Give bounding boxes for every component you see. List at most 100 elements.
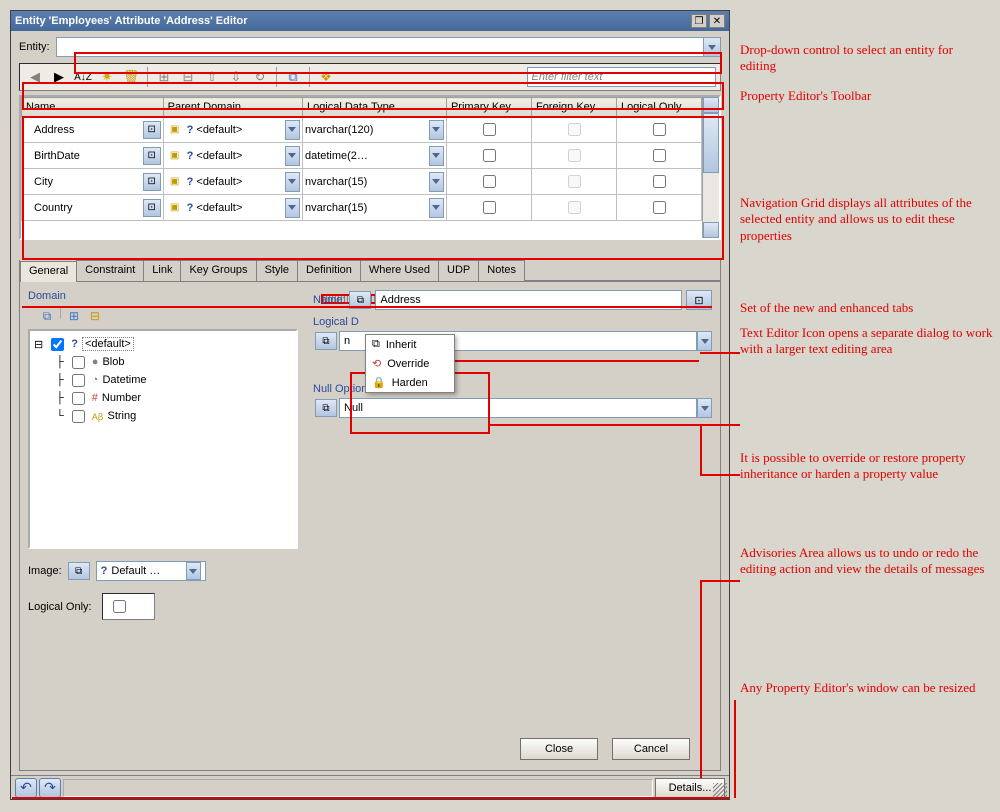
tab-link[interactable]: Link bbox=[143, 260, 181, 281]
dropdown-icon[interactable] bbox=[285, 146, 300, 166]
titlebar[interactable]: Entity 'Employees' Attribute 'Address' E… bbox=[11, 11, 729, 31]
dropdown-icon[interactable] bbox=[285, 198, 300, 218]
col-foreign-key[interactable]: Foreign Key bbox=[531, 98, 616, 117]
tool-icon-3[interactable]: ↻ bbox=[249, 66, 271, 88]
menu-item-override[interactable]: ⟲Override bbox=[366, 354, 454, 373]
sort-icon[interactable]: ⊞ bbox=[65, 307, 83, 325]
col-logical-datatype[interactable]: Logical Data Type bbox=[302, 98, 446, 117]
tree-item[interactable]: ├●Blob bbox=[34, 353, 292, 371]
tree-item[interactable]: └AꞵString bbox=[34, 407, 292, 425]
name-label: Name: bbox=[313, 294, 345, 306]
cascade-icon[interactable]: ⧉ bbox=[38, 307, 56, 325]
resize-grip[interactable] bbox=[713, 783, 727, 797]
image-combo[interactable]: ? Default … bbox=[96, 561, 206, 581]
cascade-icon[interactable]: ⧉ bbox=[315, 399, 337, 417]
pk-checkbox[interactable] bbox=[483, 201, 496, 214]
menu-item-harden[interactable]: 🔒Harden bbox=[366, 373, 454, 392]
nav-next-icon[interactable]: ▶ bbox=[48, 66, 70, 88]
expand-editor-icon[interactable]: ⊡ bbox=[143, 121, 161, 139]
dropdown-icon[interactable] bbox=[697, 398, 712, 418]
name-input[interactable]: Address bbox=[375, 290, 682, 310]
dropdown-icon[interactable] bbox=[697, 331, 712, 351]
cascade-icon[interactable]: ⧉ bbox=[68, 562, 90, 580]
new-icon[interactable]: ✷ bbox=[96, 66, 118, 88]
cancel-button[interactable]: Cancel bbox=[612, 738, 690, 760]
col-primary-key[interactable]: Primary Key bbox=[446, 98, 531, 117]
table-row[interactable]: BirthDate⊡ ▣?<default> datetime(2… bbox=[22, 143, 702, 169]
undo-icon[interactable]: ↶ bbox=[15, 778, 37, 798]
logicalonly-checkbox[interactable] bbox=[113, 600, 126, 613]
question-icon: ? bbox=[187, 150, 194, 162]
logicalonly-checkbox[interactable] bbox=[653, 149, 666, 162]
tab-whereused[interactable]: Where Used bbox=[360, 260, 439, 281]
logicalonly-checkbox[interactable] bbox=[653, 123, 666, 136]
dropdown-icon[interactable] bbox=[429, 120, 444, 140]
dropdown-icon[interactable] bbox=[429, 172, 444, 192]
pk-checkbox[interactable] bbox=[483, 123, 496, 136]
sort-icon[interactable]: A↓Z bbox=[72, 66, 94, 88]
redo-icon[interactable]: ↷ bbox=[39, 778, 61, 798]
dropdown-icon[interactable] bbox=[285, 120, 300, 140]
expand-editor-icon[interactable]: ⊡ bbox=[143, 147, 161, 165]
tree-checkbox[interactable] bbox=[72, 374, 85, 387]
scrollbar[interactable] bbox=[702, 97, 719, 238]
fk-checkbox bbox=[568, 175, 581, 188]
cascade-icon[interactable]: ⧉ bbox=[282, 66, 304, 88]
tool-icon-2[interactable]: ⊟ bbox=[177, 66, 199, 88]
table-row[interactable]: Address⊡ ▣?<default> nvarchar(120) bbox=[22, 117, 702, 143]
delete-icon[interactable]: 🗑 bbox=[120, 66, 142, 88]
tree-checkbox[interactable] bbox=[72, 392, 85, 405]
help-icon[interactable]: ❖ bbox=[315, 66, 337, 88]
cascade-icon[interactable]: ⧉ bbox=[315, 332, 337, 350]
nulloption-combo[interactable]: Null bbox=[339, 398, 697, 418]
dropdown-icon[interactable] bbox=[285, 172, 300, 192]
text-editor-icon[interactable]: ⊡ bbox=[686, 290, 712, 310]
chevron-down-icon[interactable] bbox=[703, 38, 720, 56]
tree-checkbox[interactable] bbox=[51, 338, 64, 351]
dropdown-icon[interactable] bbox=[429, 198, 444, 218]
table-row[interactable]: City⊡ ▣?<default> nvarchar(15) bbox=[22, 169, 702, 195]
table-row[interactable]: Country⊡ ▣?<default> nvarchar(15) bbox=[22, 195, 702, 221]
cascade-icon[interactable]: ⧉ bbox=[349, 291, 371, 309]
tree-item-root[interactable]: ⊟ ? <default> bbox=[34, 335, 292, 353]
col-parent-domain[interactable]: Parent Domain bbox=[163, 98, 302, 117]
hierarchy-icon[interactable]: ⊟ bbox=[86, 307, 104, 325]
question-icon: ? bbox=[187, 176, 194, 188]
dropdown-icon[interactable] bbox=[429, 146, 444, 166]
dropdown-icon[interactable] bbox=[186, 562, 201, 580]
logicalonly-checkbox[interactable] bbox=[653, 175, 666, 188]
logicalonly-checkbox[interactable] bbox=[653, 201, 666, 214]
move-down-icon[interactable]: ⇩ bbox=[225, 66, 247, 88]
pk-checkbox[interactable] bbox=[483, 149, 496, 162]
tab-udp[interactable]: UDP bbox=[438, 260, 479, 281]
tab-keygroups[interactable]: Key Groups bbox=[180, 260, 256, 281]
restore-icon[interactable]: ❐ bbox=[691, 14, 707, 28]
close-button[interactable]: Close bbox=[520, 738, 598, 760]
expand-editor-icon[interactable]: ⊡ bbox=[143, 173, 161, 191]
tab-constraint[interactable]: Constraint bbox=[76, 260, 144, 281]
move-up-icon[interactable]: ⇧ bbox=[201, 66, 223, 88]
tab-definition[interactable]: Definition bbox=[297, 260, 361, 281]
tree-item[interactable]: ├#Number bbox=[34, 389, 292, 407]
col-name[interactable]: Name bbox=[22, 98, 164, 117]
expand-editor-icon[interactable]: ⊡ bbox=[143, 199, 161, 217]
close-icon[interactable]: ✕ bbox=[709, 14, 725, 28]
scroll-thumb[interactable] bbox=[703, 113, 719, 173]
tool-icon-1[interactable]: ⊞ bbox=[153, 66, 175, 88]
cell-parent: <default> bbox=[196, 176, 242, 188]
tab-general[interactable]: General bbox=[20, 261, 77, 282]
nav-prev-icon[interactable]: ◀ bbox=[24, 66, 46, 88]
domain-tree[interactable]: ⊟ ? <default> ├●Blob ├◔Datetime ├#Number… bbox=[28, 329, 298, 549]
filter-input[interactable]: Enter filter text bbox=[527, 67, 717, 87]
scroll-down-icon[interactable] bbox=[703, 222, 719, 238]
col-logical-only[interactable]: Logical Only bbox=[616, 98, 701, 117]
tree-item[interactable]: ├◔Datetime bbox=[34, 371, 292, 389]
tree-checkbox[interactable] bbox=[72, 356, 85, 369]
pk-checkbox[interactable] bbox=[483, 175, 496, 188]
entity-combo[interactable] bbox=[56, 37, 721, 57]
scroll-up-icon[interactable] bbox=[703, 97, 719, 113]
tab-notes[interactable]: Notes bbox=[478, 260, 525, 281]
menu-item-inherit[interactable]: ⧉Inherit bbox=[366, 335, 454, 354]
tab-style[interactable]: Style bbox=[256, 260, 298, 281]
tree-checkbox[interactable] bbox=[72, 410, 85, 423]
